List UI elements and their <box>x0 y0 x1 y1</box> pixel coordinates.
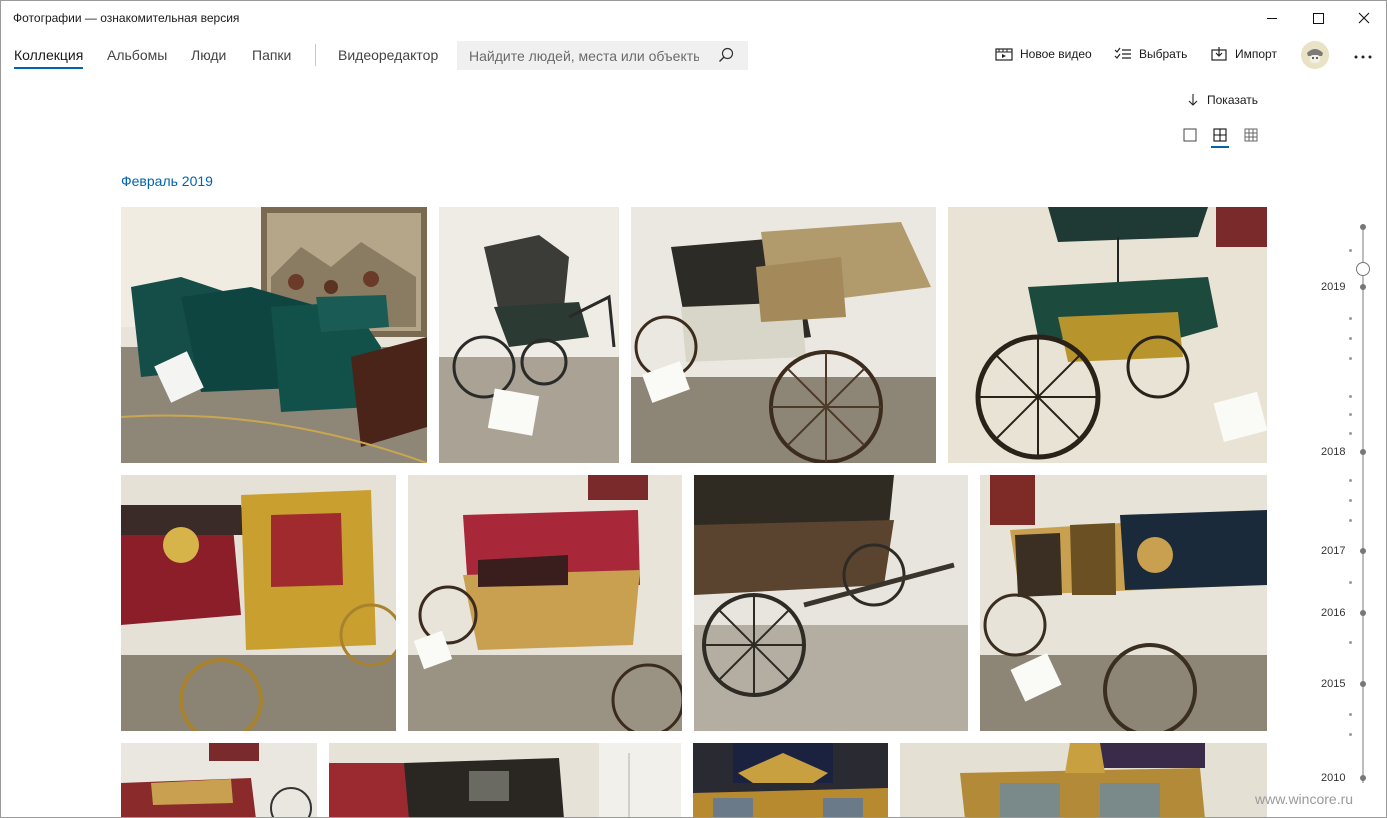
photo-thumbnail[interactable] <box>694 475 968 731</box>
timeline-year-marker <box>1360 610 1366 616</box>
more-options-button[interactable] <box>1353 45 1373 66</box>
timeline-year-marker <box>1360 284 1366 290</box>
video-editor-link[interactable]: Видеоредактор <box>338 47 438 63</box>
tab-folders[interactable]: Папки <box>252 47 291 63</box>
tab-people[interactable]: Люди <box>191 47 226 63</box>
tab-albums[interactable]: Альбомы <box>107 47 167 63</box>
show-label: Показать <box>1207 93 1259 107</box>
photo-dark-coach-image <box>329 743 681 817</box>
search-box[interactable]: Найдите людей, места или объекты <box>457 41 748 70</box>
timeline-year-marker <box>1360 681 1366 687</box>
photo-fringed-coach-image <box>631 207 936 463</box>
avatar-icon <box>1301 41 1329 69</box>
timeline-dot <box>1349 357 1352 360</box>
import-label: Импорт <box>1235 47 1277 61</box>
photo-black-gold-coach-image <box>980 475 1267 731</box>
timeline-year-2019[interactable]: 2019 <box>1321 281 1345 293</box>
timeline-year-2015[interactable]: 2015 <box>1321 678 1345 690</box>
photo-thumbnail[interactable] <box>693 743 888 817</box>
import-button[interactable]: Импорт <box>1210 46 1277 62</box>
timeline-dot <box>1349 499 1352 502</box>
timeline-top-dot <box>1360 224 1366 230</box>
timeline-year-2017[interactable]: 2017 <box>1321 545 1345 557</box>
medium-view-icon[interactable] <box>1213 128 1227 142</box>
photo-golden-coach-image <box>121 475 396 731</box>
import-icon <box>1211 47 1227 61</box>
timeline-dot <box>1349 733 1352 736</box>
account-avatar[interactable] <box>1301 41 1329 69</box>
timeline-dot <box>1349 317 1352 320</box>
large-view-icon[interactable] <box>1183 128 1197 142</box>
timeline-track[interactable] <box>1362 227 1364 783</box>
timeline-dot <box>1349 713 1352 716</box>
timeline-year-2018[interactable]: 2018 <box>1321 446 1345 458</box>
more-icon <box>1354 55 1372 59</box>
tab-collection[interactable]: Коллекция <box>14 47 83 63</box>
maximize-button[interactable] <box>1295 1 1341 35</box>
timeline-dot <box>1349 519 1352 522</box>
timeline-year-2016[interactable]: 2016 <box>1321 607 1345 619</box>
photo-coach-chassis-image <box>694 475 968 731</box>
photo-thumbnail[interactable] <box>631 207 936 463</box>
timeline-year-2010[interactable]: 2010 <box>1321 772 1345 784</box>
photo-thumbnail[interactable] <box>329 743 681 817</box>
timeline-thumb[interactable] <box>1356 262 1370 276</box>
active-tab-indicator <box>14 67 83 69</box>
timeline-dot <box>1349 581 1352 584</box>
timeline-dot <box>1349 395 1352 398</box>
photo-thumbnail[interactable] <box>408 475 682 731</box>
photo-red-yellow-coach-image <box>408 475 682 731</box>
minimize-button[interactable] <box>1249 1 1295 35</box>
photo-thumbnail[interactable] <box>121 207 427 463</box>
search-icon[interactable] <box>718 47 734 63</box>
photo-small-carriage-image <box>439 207 619 463</box>
photo-crown-coach-image <box>900 743 1267 817</box>
timeline-year-marker <box>1360 775 1366 781</box>
show-button[interactable]: Показать <box>1187 93 1258 107</box>
photo-thumbnail[interactable] <box>948 207 1267 463</box>
photo-thumbnail[interactable] <box>121 743 317 817</box>
timeline-dot <box>1349 413 1352 416</box>
timeline-year-marker <box>1360 548 1366 554</box>
photo-sleighs-image <box>121 207 427 463</box>
photo-thumbnail[interactable] <box>121 475 396 731</box>
small-view-icon[interactable] <box>1244 128 1258 142</box>
arrow-down-icon <box>1188 94 1198 106</box>
nav-divider <box>315 44 316 66</box>
title-bar: Фотографии — ознакомительная версия <box>1 1 1386 35</box>
new-video-button[interactable]: Новое видео <box>995 46 1092 62</box>
select-list-icon <box>1114 47 1131 59</box>
photos-app-window: Фотографии — ознакомительная версия Колл… <box>0 0 1387 818</box>
active-view-indicator <box>1211 146 1229 148</box>
close-icon <box>1358 12 1370 24</box>
photo-hall-carriages-image <box>121 743 317 817</box>
photo-thumbnail[interactable] <box>900 743 1267 817</box>
timeline-year-marker <box>1360 449 1366 455</box>
photo-thumbnail[interactable] <box>439 207 619 463</box>
select-button[interactable]: Выбрать <box>1114 46 1187 62</box>
photo-eagle-coach-image <box>693 743 888 817</box>
photo-thumbnail[interactable] <box>980 475 1267 731</box>
timeline-dot <box>1349 479 1352 482</box>
month-header[interactable]: Февраль 2019 <box>121 173 213 189</box>
new-video-label: Новое видео <box>1020 47 1092 61</box>
timeline-dot <box>1349 249 1352 252</box>
video-icon <box>995 48 1013 61</box>
timeline-dot <box>1349 432 1352 435</box>
search-input[interactable]: Найдите людей, места или объекты <box>469 48 699 64</box>
minimize-icon <box>1267 17 1277 19</box>
close-button[interactable] <box>1341 1 1386 35</box>
select-label: Выбрать <box>1139 47 1188 61</box>
timeline-dot <box>1349 337 1352 340</box>
photo-umbrella-carriage-image <box>948 207 1267 463</box>
window-title: Фотографии — ознакомительная версия <box>13 11 240 25</box>
watermark: www.wincore.ru <box>1255 791 1354 807</box>
timeline-dot <box>1349 641 1352 644</box>
maximize-icon <box>1312 12 1324 24</box>
